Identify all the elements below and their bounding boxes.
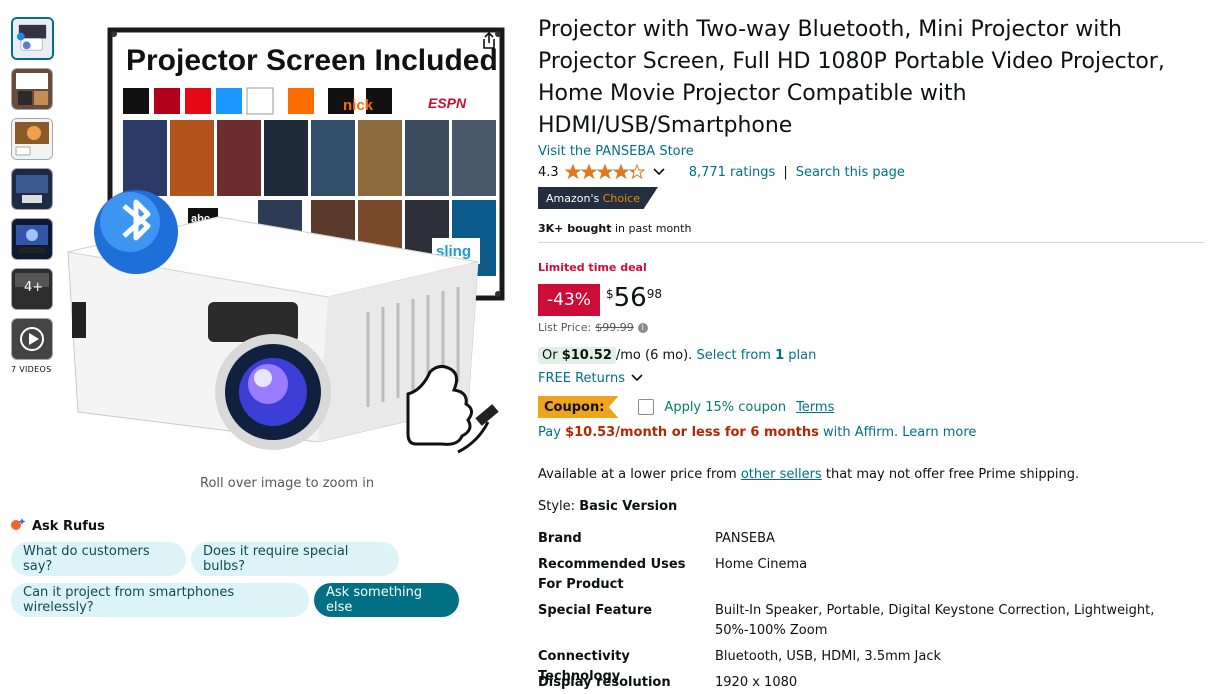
list-price-value: $99.99 (595, 321, 634, 334)
rating-separator: | (783, 164, 788, 180)
spec-value-recommended-uses: Home Cinema (715, 557, 808, 572)
divider (538, 242, 1204, 243)
coupon-terms-link[interactable]: Terms (796, 400, 834, 415)
select-plan-link[interactable]: Select from 1 plan (696, 348, 816, 363)
list-price: List Price: $99.99 i (538, 321, 648, 334)
monthly-pill: Or $10.52 (538, 346, 616, 364)
coupon-tag: Coupon: (538, 396, 619, 418)
free-returns[interactable]: FREE Returns (538, 371, 643, 386)
bought-in-past-month: 3K+ bought in past month (538, 222, 691, 235)
coupon-checkbox[interactable] (638, 399, 655, 415)
affirm-suffix: with Affirm. (823, 425, 899, 440)
rating-chevron-down-icon[interactable] (653, 165, 665, 180)
rufus-chip-ask-something-else[interactable]: Ask something else (314, 583, 459, 617)
product-title: Projector with Two-way Bluetooth, Mini P… (538, 17, 1165, 138)
select-plan-prefix: Select from (696, 347, 771, 363)
lower-price-suffix: that may not offer free Prime shipping. (825, 467, 1080, 482)
spec-value-special-feature: Built-In Speaker, Portable, Digital Keys… (715, 603, 1155, 638)
thumbnail-more[interactable]: 4+ (11, 268, 53, 310)
lower-price-prefix: Available at a lower price from (538, 467, 737, 482)
rufus-chip-customers-say[interactable]: What do customers say? (11, 542, 186, 576)
svg-text:ESPN: ESPN (428, 95, 467, 111)
rufus-chip-special-bulbs[interactable]: Does it require special bulbs? (191, 542, 399, 576)
thumbnail-video[interactable] (11, 318, 53, 360)
affirm-financing: Pay $10.53/month or less for 6 months wi… (538, 425, 976, 440)
affirm-learn-more-link[interactable]: Learn more (902, 425, 976, 440)
thumbnail-2[interactable] (11, 68, 53, 110)
badge-choice: Choice (602, 191, 640, 205)
rufus-title: Ask Rufus (32, 518, 105, 534)
style-value: Basic Version (579, 499, 678, 514)
share-icon[interactable] (478, 30, 500, 52)
monthly-payment: Or $10.52 /mo (6 mo). Select from 1 plan (538, 345, 816, 365)
rufus-chip-smartphone-wireless[interactable]: Can it project from smartphones wireless… (11, 583, 309, 617)
rufus-header: Ask Rufus (10, 517, 105, 535)
coupon-row: Coupon: Apply 15% coupon Terms (538, 396, 834, 418)
monthly-amount: $10.52 (561, 347, 612, 363)
thumbnail-5[interactable] (11, 218, 53, 260)
zoom-hint: Roll over image to zoom in (200, 476, 375, 491)
monthly-term: /mo (6 mo). (615, 347, 693, 363)
spec-value-connectivity: Bluetooth, USB, HDMI, 3.5mm Jack (715, 649, 942, 664)
spec-label-display-resolution: Display resolution (538, 675, 671, 690)
price-whole: 56 (613, 283, 647, 313)
apply-coupon-label[interactable]: Apply 15% coupon (664, 400, 786, 415)
play-icon (12, 319, 13, 320)
affirm-terms: $10.53/month or less for 6 months (565, 425, 819, 440)
video-count-label: 7 VIDEOS (11, 365, 52, 374)
style-label: Style: (538, 499, 576, 514)
info-icon[interactable]: i (637, 322, 648, 333)
discount-badge: -43% (538, 284, 600, 316)
lower-price-notice: Available at a lower price from other se… (538, 467, 1079, 482)
main-product-image[interactable]: Projector Screen Included nick ESPN slin… (58, 12, 508, 472)
ratings-count-link[interactable]: 8,771 ratings (689, 165, 776, 180)
other-sellers-link[interactable]: other sellers (741, 467, 822, 482)
price-fraction: 98 (646, 287, 663, 301)
list-price-label: List Price: (538, 321, 592, 334)
rufus-icon (10, 517, 26, 535)
more-count-label: 4+ (24, 280, 44, 295)
spec-value-brand: PANSEBA (715, 531, 775, 546)
monthly-or: Or (542, 347, 558, 363)
spec-label-recommended-uses: Recommended Uses For Product (538, 557, 686, 592)
svg-text:nick: nick (343, 97, 374, 114)
style-selection: Style: Basic Version (538, 499, 677, 514)
deal-label: Limited time deal (538, 261, 647, 274)
spec-value-display-resolution: 1920 x 1080 (715, 675, 798, 690)
rating-row: 4.3 8,771 ratings | Search this page (538, 163, 905, 181)
bought-count: 3K+ bought (538, 222, 612, 235)
rating-value: 4.3 (538, 164, 559, 180)
amazons-choice-badge[interactable]: Amazon's Choice (538, 187, 658, 209)
thumbnail-1[interactable] (11, 17, 54, 60)
price: $ 56 98 (606, 283, 662, 313)
badge-amazons: Amazon's (546, 191, 600, 205)
affirm-prefix: Pay (538, 425, 561, 440)
price-currency: $ (606, 287, 614, 301)
select-plan-suffix: plan (788, 347, 817, 363)
store-link[interactable]: Visit the PANSEBA Store (538, 144, 694, 159)
search-this-page-link[interactable]: Search this page (796, 165, 905, 180)
bought-period: in past month (614, 222, 692, 235)
free-returns-link[interactable]: FREE Returns (538, 371, 625, 386)
star-rating-icon[interactable] (564, 164, 647, 180)
spec-label-special-feature: Special Feature (538, 603, 653, 618)
spec-label-brand: Brand (538, 531, 582, 546)
free-returns-chevron-down-icon[interactable] (631, 371, 643, 386)
select-plan-count: 1 (775, 347, 785, 363)
thumbnail-3[interactable] (11, 118, 53, 160)
banner-text: Projector Screen Included (126, 44, 498, 77)
thumbnail-4[interactable] (11, 168, 53, 210)
